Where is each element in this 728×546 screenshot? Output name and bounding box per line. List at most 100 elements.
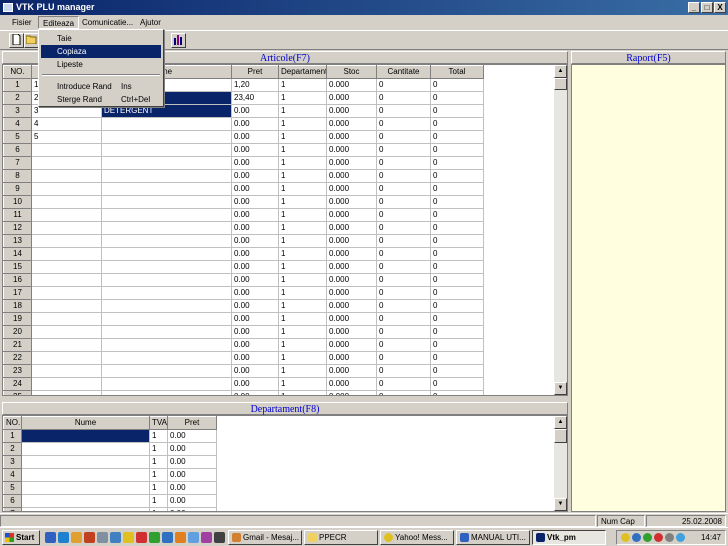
row-header[interactable]: 4 — [3, 468, 22, 482]
row-header[interactable]: 11 — [3, 208, 32, 222]
table-cell[interactable]: 1 — [278, 247, 327, 261]
table-cell[interactable]: 0 — [430, 377, 484, 391]
table-cell[interactable]: 1 — [278, 182, 327, 196]
table-cell[interactable] — [101, 234, 232, 248]
row-header[interactable]: 16 — [3, 273, 32, 287]
network-icon[interactable] — [676, 533, 685, 542]
table-cell[interactable]: 1 — [278, 273, 327, 287]
table-cell[interactable]: 1 — [278, 390, 327, 395]
departament-header-2[interactable]: TVA — [149, 416, 168, 430]
app-icon[interactable] — [136, 532, 147, 543]
table-cell[interactable]: 0 — [376, 364, 431, 378]
table-cell[interactable]: 0.00 — [231, 182, 279, 196]
table-cell[interactable]: 0.00 — [231, 286, 279, 300]
table-cell[interactable] — [21, 468, 150, 482]
table-cell[interactable]: 0.00 — [231, 247, 279, 261]
table-cell[interactable] — [101, 273, 232, 287]
table-cell[interactable]: 0 — [430, 117, 484, 131]
table-cell[interactable]: 0 — [376, 117, 431, 131]
table-cell[interactable]: 0 — [430, 234, 484, 248]
table-cell[interactable]: 0 — [430, 130, 484, 144]
table-cell[interactable] — [31, 156, 102, 170]
table-cell[interactable] — [101, 377, 232, 391]
row-header[interactable]: 14 — [3, 247, 32, 261]
table-cell[interactable]: 0 — [376, 156, 431, 170]
table-cell[interactable]: 0.00 — [231, 130, 279, 144]
table-cell[interactable] — [101, 312, 232, 326]
table-cell[interactable]: 0 — [430, 143, 484, 157]
open-file-button[interactable] — [24, 33, 39, 48]
row-header[interactable]: 5 — [3, 130, 32, 144]
table-cell[interactable] — [31, 169, 102, 183]
table-cell[interactable]: 0.00 — [231, 221, 279, 235]
table-cell[interactable] — [101, 247, 232, 261]
table-cell[interactable] — [31, 143, 102, 157]
table-row[interactable]: 23 0.00 1 0.000 0 0 — [3, 364, 484, 378]
table-cell[interactable]: 0.00 — [231, 377, 279, 391]
task-ppecr[interactable]: PPECR — [304, 530, 378, 545]
smiley-icon[interactable] — [123, 532, 134, 543]
tray-icon[interactable] — [621, 533, 630, 542]
table-cell[interactable]: 0 — [376, 299, 431, 313]
table-row[interactable]: 1 1 0.00 — [3, 429, 217, 443]
row-header[interactable]: 10 — [3, 195, 32, 209]
table-cell[interactable] — [101, 260, 232, 274]
app-icon[interactable] — [97, 532, 108, 543]
table-cell[interactable]: 0.000 — [326, 104, 377, 118]
scroll-up-arrow[interactable]: ▲ — [554, 416, 567, 429]
row-header[interactable]: 17 — [3, 286, 32, 300]
table-cell[interactable]: 0.00 — [167, 429, 217, 443]
table-cell[interactable]: 0 — [430, 325, 484, 339]
table-row[interactable]: 2 1 0.00 — [3, 442, 217, 456]
table-cell[interactable] — [31, 299, 102, 313]
task-yahoo[interactable]: Yahoo! Mess... — [380, 530, 454, 545]
table-cell[interactable]: 0 — [430, 195, 484, 209]
row-header[interactable]: 8 — [3, 169, 32, 183]
row-header[interactable]: 2 — [3, 91, 32, 105]
departament-header-1[interactable]: Nume — [21, 416, 150, 430]
table-cell[interactable]: 0 — [376, 273, 431, 287]
table-row[interactable]: 6 0.00 1 0.000 0 0 — [3, 143, 484, 157]
table-row[interactable]: 10 0.00 1 0.000 0 0 — [3, 195, 484, 209]
table-cell[interactable]: 1 — [278, 104, 327, 118]
menu-ajutor[interactable]: Ajutor — [136, 16, 165, 29]
table-cell[interactable]: 0 — [376, 390, 431, 395]
table-cell[interactable] — [101, 208, 232, 222]
table-cell[interactable]: 0 — [376, 221, 431, 235]
row-header[interactable]: 5 — [3, 481, 22, 495]
table-cell[interactable] — [21, 507, 150, 511]
table-cell[interactable]: 0.00 — [167, 455, 217, 469]
tray-icon[interactable] — [632, 533, 641, 542]
app-icon[interactable] — [188, 532, 199, 543]
table-cell[interactable] — [101, 182, 232, 196]
table-cell[interactable] — [31, 208, 102, 222]
table-cell[interactable] — [31, 273, 102, 287]
table-cell[interactable]: 1 — [278, 351, 327, 365]
table-cell[interactable]: 1 — [149, 481, 168, 495]
table-cell[interactable]: 0 — [376, 286, 431, 300]
table-cell[interactable]: 0 — [430, 91, 484, 105]
table-cell[interactable]: 1 — [149, 442, 168, 456]
table-row[interactable]: 13 0.00 1 0.000 0 0 — [3, 234, 484, 248]
table-cell[interactable]: 1 — [278, 91, 327, 105]
table-cell[interactable]: 0.000 — [326, 221, 377, 235]
menu-item-taie[interactable]: Taie — [41, 32, 161, 45]
table-cell[interactable] — [101, 351, 232, 365]
table-row[interactable]: 17 0.00 1 0.000 0 0 — [3, 286, 484, 300]
raport-panel[interactable] — [571, 64, 726, 512]
table-cell[interactable]: 0.000 — [326, 182, 377, 196]
table-cell[interactable]: 0.00 — [231, 104, 279, 118]
row-header[interactable]: 3 — [3, 455, 22, 469]
table-cell[interactable]: 0.00 — [167, 442, 217, 456]
table-cell[interactable]: 0 — [430, 221, 484, 235]
table-cell[interactable]: 0.00 — [167, 494, 217, 508]
table-cell[interactable]: 0.00 — [231, 390, 279, 395]
table-cell[interactable]: 0.00 — [231, 312, 279, 326]
table-cell[interactable]: 0.000 — [326, 325, 377, 339]
table-cell[interactable]: 0.00 — [231, 273, 279, 287]
table-cell[interactable]: 0.00 — [231, 195, 279, 209]
table-cell[interactable] — [21, 494, 150, 508]
table-row[interactable]: 9 0.00 1 0.000 0 0 — [3, 182, 484, 196]
table-cell[interactable]: 1 — [278, 325, 327, 339]
table-cell[interactable]: 0.00 — [231, 117, 279, 131]
